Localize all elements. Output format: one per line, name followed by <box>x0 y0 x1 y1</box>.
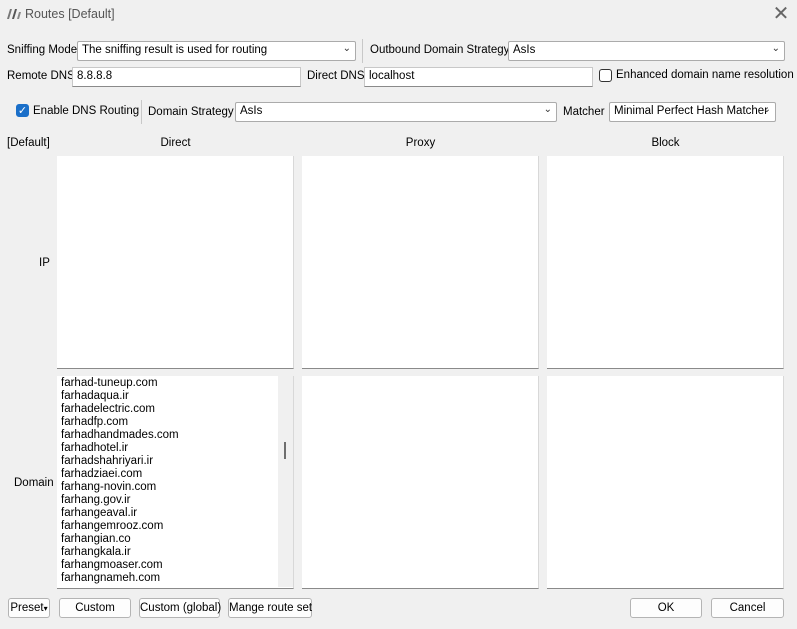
domain-strategy-label: Domain Strategy <box>148 106 234 118</box>
list-item: farhang-novin.com <box>61 481 157 493</box>
app-icon <box>7 9 21 19</box>
divider <box>141 100 142 124</box>
matcher-value: Minimal Perfect Hash Matcher <box>614 105 769 117</box>
manage-route-set-button[interactable]: Mange route set <box>228 598 312 618</box>
domain-strategy-value: AsIs <box>240 105 263 117</box>
check-icon: ✓ <box>17 105 28 117</box>
window-title: Routes [Default] <box>25 7 115 21</box>
preset-button[interactable]: Preset▾ <box>8 598 50 618</box>
list-item: farhangkala.ir <box>61 546 131 558</box>
matcher-select[interactable]: Minimal Perfect Hash Matcher ⌄ <box>609 102 776 122</box>
scrollbar-thumb[interactable] <box>284 442 286 459</box>
close-icon[interactable]: ✕ <box>770 3 792 25</box>
list-item: farhadelectric.com <box>61 403 155 415</box>
column-header-block: Block <box>651 137 680 149</box>
list-item: farhang.gov.ir <box>61 494 131 506</box>
chevron-down-icon: ⌄ <box>543 104 552 115</box>
direct-domain-textarea[interactable]: farhad-tuneup.com farhadaqua.ir farhadelec… <box>57 376 294 589</box>
list-item: farhangian.co <box>61 533 131 545</box>
title-bar <box>0 0 797 30</box>
enhanced-resolution-checkbox[interactable] <box>599 69 612 82</box>
list-item: farhangemrooz.com <box>61 520 164 532</box>
remote-dns-input[interactable]: 8.8.8.8 <box>72 67 301 87</box>
direct-domain-scrollbar[interactable] <box>278 376 293 587</box>
dropdown-arrow-icon: ▾ <box>43 604 48 613</box>
chevron-down-icon: ⌄ <box>771 43 780 54</box>
chevron-down-icon: ⌄ <box>762 104 771 115</box>
cancel-button[interactable]: Cancel <box>711 598 784 618</box>
column-header-direct: Direct <box>160 137 191 149</box>
domain-strategy-select[interactable]: AsIs ⌄ <box>235 102 557 122</box>
outbound-strategy-value: AsIs <box>513 44 536 56</box>
column-header-proxy: Proxy <box>405 137 436 149</box>
list-item: farhadziaei.com <box>61 468 143 480</box>
sniffing-mode-label: Sniffing Mode <box>7 44 78 56</box>
matcher-label: Matcher <box>563 106 605 118</box>
list-item: farhadhandmades.com <box>61 429 179 441</box>
list-item: farhangmoaser.com <box>61 559 163 571</box>
list-item: farhadfp.com <box>61 416 129 428</box>
ok-button[interactable]: OK <box>630 598 702 618</box>
direct-ip-textarea[interactable] <box>57 156 294 369</box>
enhanced-resolution-label: Enhanced domain name resolution <box>616 69 794 81</box>
chevron-down-icon: ⌄ <box>342 43 351 54</box>
custom-button[interactable]: Custom <box>59 598 131 618</box>
list-item: farhad-tuneup.com <box>61 377 158 389</box>
proxy-domain-textarea[interactable] <box>302 376 539 589</box>
list-item: farhadhotel.ir <box>61 442 129 454</box>
preset-button-label: Preset <box>10 602 44 614</box>
direct-domain-list: farhad-tuneup.com farhadaqua.ir farhadelec… <box>57 376 277 589</box>
custom-global-button[interactable]: Custom (global) <box>139 598 221 618</box>
direct-dns-label: Direct DNS <box>307 70 365 82</box>
sniffing-mode-select[interactable]: The sniffing result is used for routing … <box>77 41 356 61</box>
block-ip-textarea[interactable] <box>547 156 784 369</box>
list-item: farhangeaval.ir <box>61 507 138 519</box>
block-domain-textarea[interactable] <box>547 376 784 589</box>
dns-routing-checkbox[interactable]: ✓ <box>16 104 29 117</box>
list-item: farhadaqua.ir <box>61 390 129 402</box>
direct-dns-input[interactable]: localhost <box>364 67 593 87</box>
remote-dns-label: Remote DNS <box>7 70 75 82</box>
outbound-strategy-select[interactable]: AsIs ⌄ <box>508 41 785 61</box>
divider <box>362 39 363 63</box>
route-set-corner-label: [Default] <box>7 137 50 149</box>
list-item: farhangnameh.com <box>61 572 161 584</box>
proxy-ip-textarea[interactable] <box>302 156 539 369</box>
dns-routing-label: Enable DNS Routing <box>33 105 140 117</box>
sniffing-mode-value: The sniffing result is used for routing <box>82 44 268 56</box>
row-header-ip: IP <box>39 257 50 269</box>
row-header-domain: Domain <box>14 477 54 489</box>
outbound-strategy-label: Outbound Domain Strategy <box>370 44 510 56</box>
list-item: farhadshahriyari.ir <box>61 455 154 467</box>
